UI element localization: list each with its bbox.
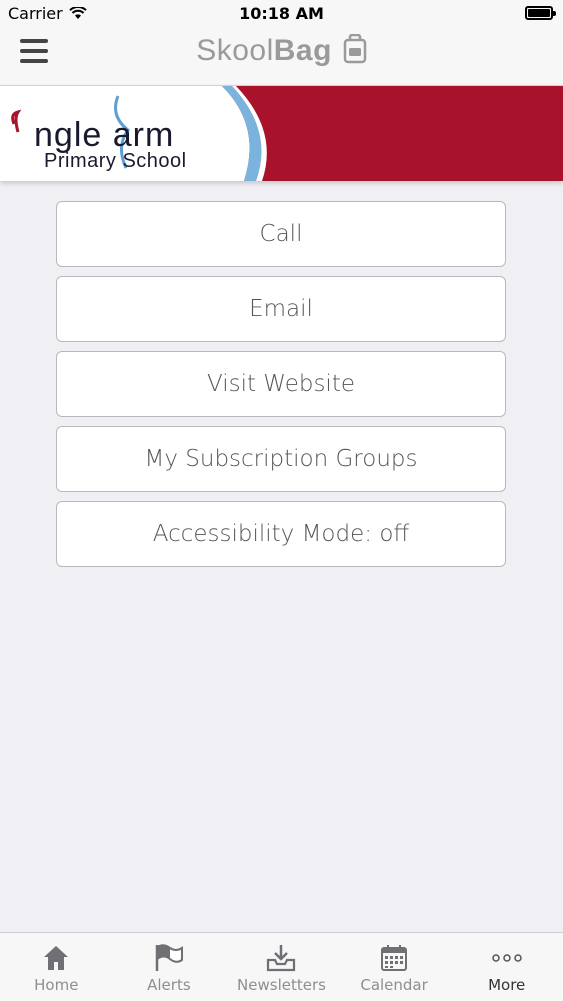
tab-bar: Home Alerts Newsletters Calendar More (0, 932, 563, 1001)
home-icon (44, 946, 69, 970)
schoolbag-icon (343, 34, 367, 64)
email-button[interactable]: Email (56, 276, 506, 342)
tab-home[interactable]: Home (0, 933, 113, 1001)
school-banner: ngle arm Primary School (0, 86, 563, 181)
tab-label: More (488, 976, 526, 994)
tab-label: Newsletters (237, 976, 326, 994)
tab-label: Home (34, 976, 79, 994)
accessibility-mode-button[interactable]: Accessibility Mode: off (56, 501, 506, 567)
more-menu-list: Call Email Visit Website My Subscription… (56, 201, 506, 576)
skoolbag-logo: SkoolBag (0, 34, 563, 68)
tab-label: Alerts (147, 976, 191, 994)
status-bar: Carrier 10:18 AM (0, 0, 563, 30)
nav-bar: SkoolBag (0, 30, 563, 86)
calendar-icon (381, 945, 408, 971)
more-dots-icon (491, 954, 522, 962)
call-button[interactable]: Call (56, 201, 506, 267)
tab-calendar[interactable]: Calendar (338, 933, 451, 1001)
tab-label: Calendar (360, 976, 428, 994)
battery-icon (525, 6, 556, 20)
clock: 10:18 AM (239, 4, 324, 23)
tab-newsletters[interactable]: Newsletters (225, 933, 338, 1001)
subscription-groups-button[interactable]: My Subscription Groups (56, 426, 506, 492)
flag-icon (155, 944, 183, 971)
visit-website-button[interactable]: Visit Website (56, 351, 506, 417)
inbox-download-icon (267, 945, 296, 972)
tab-alerts[interactable]: Alerts (113, 933, 226, 1001)
tab-more[interactable]: More (450, 933, 563, 1001)
logo-text-light: Skool (196, 34, 274, 67)
logo-text-bold: Bag (273, 34, 332, 67)
school-name-line2: Primary School (44, 150, 187, 172)
